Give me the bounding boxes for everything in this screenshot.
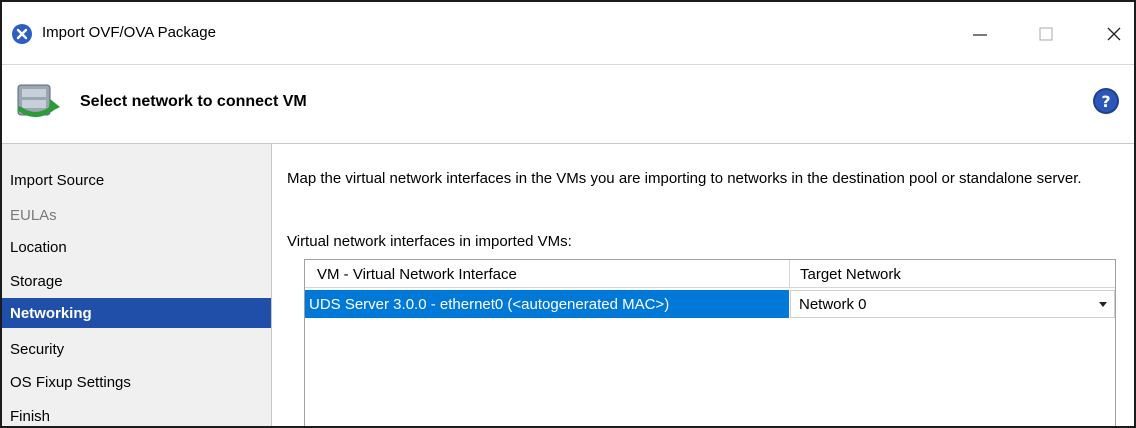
close-button[interactable] bbox=[1094, 16, 1134, 52]
sidebar-item-location[interactable]: Location bbox=[2, 232, 271, 262]
title-bar: Import OVF/OVA Package bbox=[2, 2, 1134, 64]
table-header: VM - Virtual Network Interface Target Ne… bbox=[305, 260, 1115, 288]
maximize-button[interactable] bbox=[1026, 16, 1066, 52]
sidebar-item-storage[interactable]: Storage bbox=[2, 266, 271, 296]
sidebar-item-networking[interactable]: Networking bbox=[2, 298, 271, 328]
sidebar-item-finish[interactable]: Finish bbox=[2, 401, 271, 426]
page-description: Map the virtual network interfaces in th… bbox=[287, 170, 1082, 187]
network-mapping-table: VM - Virtual Network Interface Target Ne… bbox=[304, 259, 1116, 426]
page-title: Select network to connect VM bbox=[80, 93, 307, 110]
vif-list-label: Virtual network interfaces in imported V… bbox=[287, 233, 572, 250]
help-icon[interactable]: ? bbox=[1092, 87, 1120, 115]
column-header-target-network[interactable]: Target Network bbox=[790, 260, 1115, 288]
column-header-vif[interactable]: VM - Virtual Network Interface bbox=[305, 260, 790, 288]
wizard-steps-sidebar: Import Source EULAs Location Storage Net… bbox=[2, 144, 272, 426]
wizard-header: Select network to connect VM ? bbox=[2, 64, 1134, 144]
minimize-icon bbox=[973, 34, 987, 36]
chevron-down-icon bbox=[1099, 302, 1107, 307]
vif-cell[interactable]: UDS Server 3.0.0 - ethernet0 (<autogener… bbox=[305, 290, 789, 318]
maximize-icon bbox=[1039, 27, 1053, 41]
table-row[interactable]: UDS Server 3.0.0 - ethernet0 (<autogener… bbox=[305, 290, 1115, 318]
svg-text:?: ? bbox=[1101, 92, 1110, 111]
minimize-button[interactable] bbox=[960, 16, 1000, 52]
xencenter-icon bbox=[12, 24, 32, 44]
sidebar-item-import-source[interactable]: Import Source bbox=[2, 165, 271, 195]
target-network-value: Network 0 bbox=[799, 295, 867, 313]
window-title: Import OVF/OVA Package bbox=[42, 24, 216, 41]
import-wizard-icon bbox=[14, 79, 60, 125]
import-ovf-window: Import OVF/OVA Package Select network to… bbox=[0, 0, 1136, 428]
sidebar-item-eulas: EULAs bbox=[10, 206, 57, 224]
target-network-dropdown[interactable]: Network 0 bbox=[790, 290, 1115, 318]
sidebar-item-security[interactable]: Security bbox=[2, 334, 271, 364]
networking-page: Map the virtual network interfaces in th… bbox=[273, 144, 1134, 426]
sidebar-item-os-fixup-settings[interactable]: OS Fixup Settings bbox=[2, 367, 271, 397]
close-icon bbox=[1107, 27, 1121, 41]
